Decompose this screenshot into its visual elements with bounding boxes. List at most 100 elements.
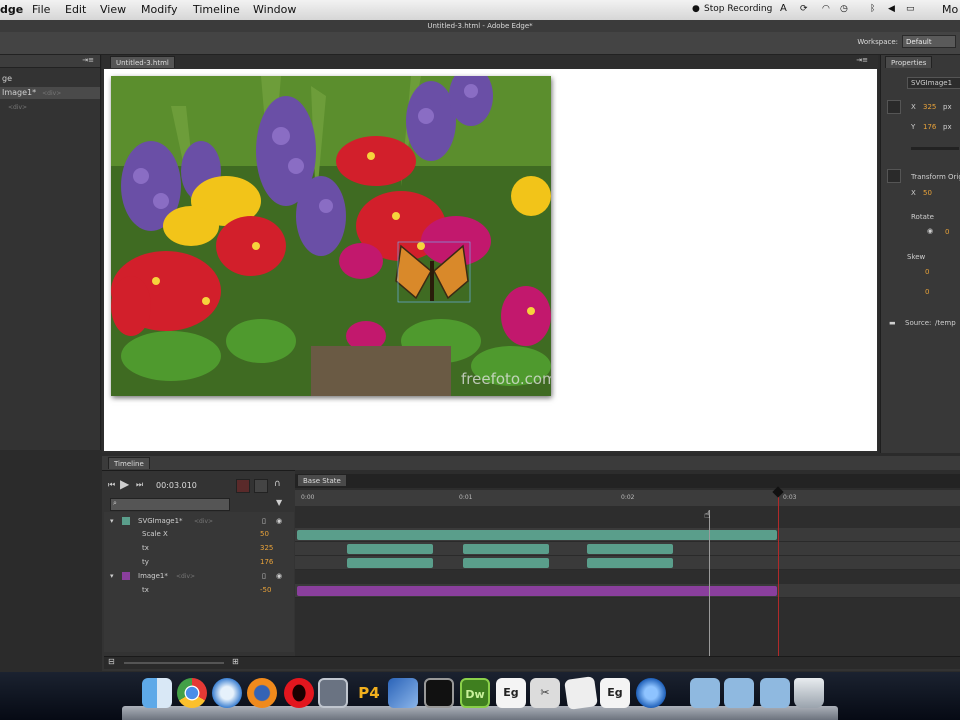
element-row-image1[interactable]: Image1* <div> — [0, 87, 100, 99]
menu-window[interactable]: Window — [253, 3, 296, 16]
panel-menu-icon[interactable]: ⇥≡ — [856, 56, 868, 64]
app-menu[interactable]: dge — [0, 3, 23, 16]
property-value[interactable]: -50 — [260, 584, 271, 597]
property-row-scale-x[interactable]: Scale X 50 — [104, 528, 294, 541]
stop-recording[interactable]: Stop Recording — [704, 4, 772, 14]
sync-icon[interactable]: ⟳ — [800, 4, 808, 14]
quicktime-icon[interactable] — [636, 678, 666, 708]
menu-view[interactable]: View — [100, 3, 126, 16]
layer-row-image1[interactable]: ▾ Image1* <div> ▯ ◉ — [104, 570, 294, 583]
folder-icon[interactable] — [760, 678, 790, 708]
transform-x-value[interactable]: 50 — [923, 189, 932, 197]
xcode-icon[interactable] — [388, 678, 418, 708]
dreamweaver-icon[interactable]: Dw — [460, 678, 490, 708]
layer-row-svgimage1[interactable]: ▾ SVGImage1* <div> ▯ ◉ — [104, 515, 294, 528]
expand-icon[interactable]: ▾ — [110, 570, 114, 583]
menu-edit[interactable]: Edit — [65, 3, 86, 16]
adobe-icon[interactable]: A — [780, 3, 787, 14]
finder-icon[interactable] — [142, 678, 172, 708]
timemachine-icon[interactable]: ◷ — [840, 4, 848, 14]
edge-icon[interactable]: Eg — [600, 678, 630, 708]
element-row[interactable]: <div> — [0, 101, 100, 113]
zoom-in-icon[interactable]: ⊞ — [232, 657, 239, 666]
lock-icon[interactable]: ▯ — [262, 570, 266, 583]
playhead-line[interactable] — [778, 490, 779, 656]
zoom-out-icon[interactable]: ⊟ — [108, 657, 115, 666]
eye-icon[interactable]: ◉ — [276, 570, 282, 583]
firefox-icon[interactable] — [247, 678, 277, 708]
app-icon[interactable]: ✂ — [530, 678, 560, 708]
keyframe-bar[interactable] — [463, 558, 549, 568]
property-value[interactable]: 176 — [260, 556, 273, 569]
preview-icon[interactable] — [318, 678, 348, 708]
time-readout[interactable]: 00:03.010 — [156, 481, 197, 490]
property-value[interactable]: 50 — [260, 528, 269, 541]
track-scale-x[interactable] — [295, 528, 960, 542]
p4-icon[interactable]: P4 — [354, 678, 384, 708]
workspace-select[interactable]: Default — [902, 35, 956, 48]
keyframe-bar[interactable] — [297, 586, 777, 596]
play-icon[interactable]: ▶ — [120, 477, 129, 491]
position-link-icon[interactable] — [887, 100, 901, 114]
track-image1-tx[interactable] — [295, 584, 960, 598]
wifi-icon[interactable]: ◠ — [822, 4, 830, 14]
keyframe-bar[interactable] — [297, 530, 777, 540]
battery-icon[interactable]: ▭ — [906, 4, 915, 14]
folder-icon[interactable] — [724, 678, 754, 708]
x-value[interactable]: 325 — [923, 103, 936, 111]
skew-x-value[interactable]: 0 — [925, 268, 929, 276]
record-keyframe-icon[interactable] — [236, 479, 250, 493]
timeline-filter-input[interactable]: ⌕ — [110, 498, 230, 511]
opacity-slider[interactable] — [911, 147, 959, 150]
bluetooth-icon[interactable]: ᛒ — [870, 4, 875, 14]
edge-icon[interactable]: Eg — [496, 678, 526, 708]
keyframe-bar[interactable] — [463, 544, 549, 554]
chrome-icon[interactable] — [177, 678, 207, 708]
trash-icon[interactable] — [794, 678, 824, 708]
auto-transition-icon[interactable] — [254, 479, 268, 493]
eye-icon[interactable]: ◉ — [276, 515, 282, 528]
magnet-icon[interactable]: ∩ — [274, 479, 281, 489]
opera-icon[interactable] — [284, 678, 314, 708]
keyframe-bar[interactable] — [347, 544, 433, 554]
volume-icon[interactable]: ◀ — [888, 4, 895, 14]
user-menu[interactable]: Mo — [942, 3, 958, 16]
keyframe-bar[interactable] — [587, 544, 673, 554]
menu-modify[interactable]: Modify — [141, 3, 177, 16]
property-row-ty[interactable]: ty 176 — [104, 556, 294, 569]
paper-icon[interactable] — [564, 676, 598, 710]
filter-icon[interactable]: ▼ — [276, 498, 282, 507]
property-row-tx[interactable]: tx -50 — [104, 584, 294, 597]
element-row[interactable]: ge — [0, 73, 100, 85]
record-icon[interactable]: ● — [692, 4, 700, 14]
flower-image[interactable]: freefoto.com — [111, 76, 551, 396]
tab-properties[interactable]: Properties — [885, 56, 933, 68]
track-ty[interactable] — [295, 556, 960, 570]
time-ruler[interactable]: 0:00 0:01 0:02 0:03 — [295, 490, 960, 506]
rotate-dial-icon[interactable]: ◉ — [927, 227, 933, 235]
terminal-icon[interactable] — [424, 678, 454, 708]
keyframe-bar[interactable] — [347, 558, 433, 568]
safari-icon[interactable] — [212, 678, 242, 708]
rotate-value[interactable]: 0 — [945, 228, 949, 236]
expand-icon[interactable]: ▾ — [110, 515, 114, 528]
track-tx[interactable] — [295, 542, 960, 556]
property-row-tx[interactable]: tx 325 — [104, 542, 294, 555]
base-state-label[interactable]: Base State — [297, 474, 347, 486]
element-id-field[interactable]: SVGImage1 — [907, 77, 960, 89]
lock-icon[interactable]: ▯ — [262, 515, 266, 528]
folder-icon[interactable] — [690, 678, 720, 708]
y-value[interactable]: 176 — [923, 123, 936, 131]
go-end-icon[interactable]: ⏭ — [136, 480, 143, 490]
zoom-slider[interactable] — [124, 662, 224, 664]
property-value[interactable]: 325 — [260, 542, 273, 555]
panel-menu-icon[interactable]: ⇥≡ — [82, 56, 94, 64]
menu-timeline[interactable]: Timeline — [193, 3, 240, 16]
menu-file[interactable]: File — [32, 3, 50, 16]
source-value[interactable]: /temp — [935, 319, 956, 327]
keyframe-bar[interactable] — [587, 558, 673, 568]
tab-timeline[interactable]: Timeline — [108, 457, 150, 469]
tab-document[interactable]: Untitled-3.html — [110, 56, 175, 68]
go-start-icon[interactable]: ⏮ — [108, 480, 115, 490]
skew-y-value[interactable]: 0 — [925, 288, 929, 296]
